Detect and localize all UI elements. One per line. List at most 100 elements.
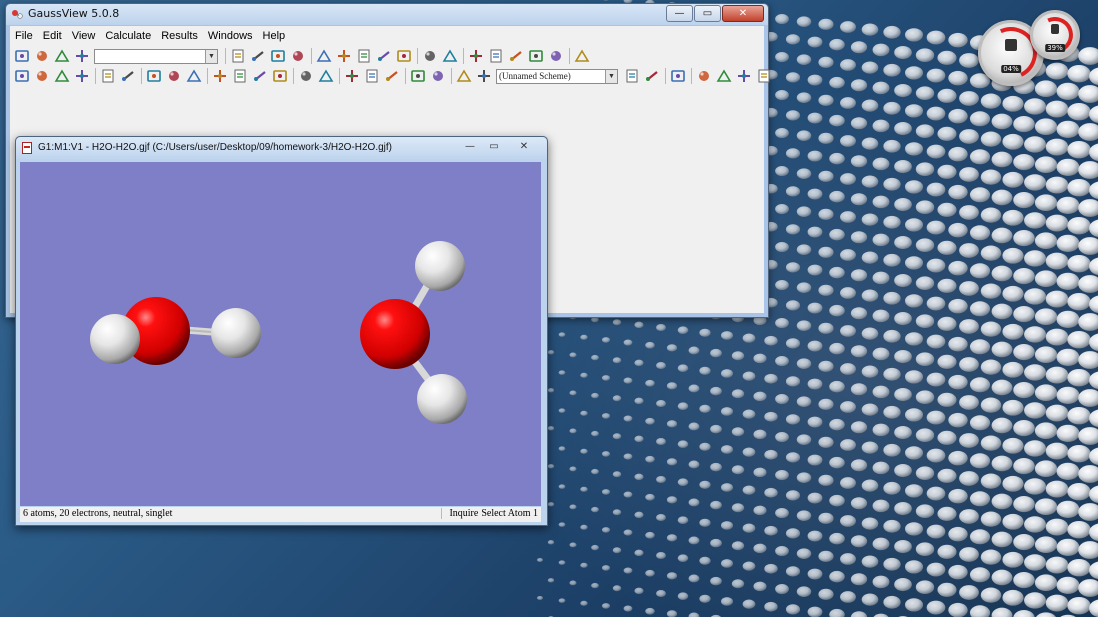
tile-icon[interactable]: [716, 68, 732, 84]
bond-icon[interactable]: [250, 48, 266, 64]
r-group-icon[interactable]: [54, 48, 70, 64]
wallpaper-dot: [1034, 460, 1058, 478]
copy-view-icon[interactable]: [410, 68, 426, 84]
main-close-button[interactable]: ✕: [722, 5, 764, 22]
diamond-icon[interactable]: [298, 68, 314, 84]
element-combo[interactable]: ▼: [94, 48, 218, 64]
ring-icon[interactable]: [34, 48, 50, 64]
r-labels-icon[interactable]: [232, 68, 248, 84]
back-icon[interactable]: [736, 68, 752, 84]
wallpaper-dot: [569, 390, 577, 396]
fit-icon[interactable]: [364, 68, 380, 84]
menu-calculate[interactable]: Calculate: [100, 30, 156, 42]
menu-file[interactable]: File: [10, 30, 38, 42]
cascade-icon[interactable]: [696, 68, 712, 84]
brush-icon[interactable]: [166, 68, 182, 84]
scheme-combo[interactable]: (Unnamed Scheme) ▼: [496, 68, 618, 84]
atom-hydrogen-3[interactable]: [211, 308, 261, 358]
atom-hydrogen-6[interactable]: [417, 374, 467, 424]
window-icon[interactable]: [548, 48, 564, 64]
bond-labels-icon[interactable]: [252, 68, 268, 84]
pin-icon[interactable]: [318, 68, 334, 84]
menu-edit[interactable]: Edit: [38, 30, 67, 42]
color-scheme-icon[interactable]: [624, 68, 640, 84]
wallpaper-dot: [850, 193, 868, 206]
scheme-combo-value: (Unnamed Scheme): [499, 70, 571, 81]
angle-icon[interactable]: [270, 48, 286, 64]
image-icon[interactable]: [528, 48, 544, 64]
wallpaper-dot: [937, 392, 957, 407]
molecule-viewport[interactable]: [20, 162, 541, 506]
atom-labels-icon[interactable]: [212, 68, 228, 84]
clean-icon[interactable]: [422, 48, 438, 64]
inquire-icon[interactable]: [316, 48, 332, 64]
water-molecule-2[interactable]: [360, 241, 467, 424]
results-icon[interactable]: [476, 68, 492, 84]
new-icon[interactable]: [442, 48, 458, 64]
chevron-down-icon[interactable]: ▼: [605, 69, 617, 83]
wallpaper-dot: [731, 427, 745, 437]
chain-icon[interactable]: [74, 48, 90, 64]
paste-icon[interactable]: [54, 68, 70, 84]
toolbar-separator: [293, 68, 294, 84]
molecule-scene[interactable]: [20, 162, 541, 506]
symmetrize-icon[interactable]: [396, 48, 412, 64]
copy-icon[interactable]: [34, 68, 50, 84]
menu-results[interactable]: Results: [156, 30, 203, 42]
delete-icon[interactable]: [74, 68, 90, 84]
select-more-icon[interactable]: [186, 68, 202, 84]
system-monitor-gadget[interactable]: 04% 39%: [976, 8, 1080, 87]
save-icon[interactable]: [488, 48, 504, 64]
wallpaper-dot: [731, 541, 745, 551]
layers-icon[interactable]: [272, 68, 288, 84]
wallpaper-dot: [872, 43, 890, 57]
wallpaper-dot: [807, 264, 823, 276]
wallpaper-dot: [601, 527, 611, 533]
view-icon[interactable]: [644, 68, 660, 84]
wallpaper-dot: [710, 538, 722, 548]
dihedral-icon[interactable]: [290, 48, 306, 64]
chevron-down-icon[interactable]: ▼: [205, 49, 217, 63]
redo-icon[interactable]: [120, 68, 136, 84]
molecule-window-title-bar[interactable]: G1:M1:V1 - H2O-H2O.gjf (C:/Users/user/De…: [16, 137, 547, 159]
undo-icon[interactable]: [100, 68, 116, 84]
list-icon[interactable]: [574, 48, 590, 64]
print-icon[interactable]: [508, 48, 524, 64]
add-fragment-icon[interactable]: [344, 68, 360, 84]
add-valence-icon[interactable]: [336, 48, 352, 64]
menu-view[interactable]: View: [67, 30, 101, 42]
molecule-minimize-button[interactable]: —: [459, 140, 481, 153]
wallpaper-dot: [926, 182, 946, 197]
gaussian-calc-icon[interactable]: [456, 68, 472, 84]
main-title-bar[interactable]: GaussView 5.0.8 — ▭ ✕: [6, 4, 768, 25]
select-icon[interactable]: [146, 68, 162, 84]
menu-help[interactable]: Help: [258, 30, 291, 42]
main-maximize-button[interactable]: ▭: [694, 5, 721, 22]
wallpaper-dot: [764, 449, 778, 460]
main-minimize-button[interactable]: —: [666, 5, 693, 22]
atom-hydrogen-2[interactable]: [90, 314, 140, 364]
atom-oxygen-4[interactable]: [360, 299, 430, 369]
wallpaper-dot: [915, 162, 935, 177]
rebond-icon[interactable]: [376, 48, 392, 64]
wallpaper-dot: [796, 320, 812, 331]
paste-view-icon[interactable]: [430, 68, 446, 84]
forward-icon[interactable]: [756, 68, 772, 84]
builder-icon[interactable]: [14, 48, 30, 64]
wallpaper-dot: [1067, 596, 1091, 615]
atom-hydrogen-5[interactable]: [415, 241, 465, 291]
molecule-maximize-button[interactable]: ▭: [483, 140, 505, 153]
molecule-close-button[interactable]: ✕: [507, 140, 541, 153]
cut-icon[interactable]: [14, 68, 30, 84]
mode-status: Inquire Select Atom 1: [441, 508, 538, 519]
delete-atom-icon[interactable]: [356, 48, 372, 64]
menu-windows[interactable]: Windows: [203, 30, 258, 42]
center-icon[interactable]: [384, 68, 400, 84]
water-molecule-1[interactable]: [90, 297, 261, 365]
options-icon[interactable]: [670, 68, 686, 84]
wallpaper-dot: [840, 21, 856, 33]
custom-fragment-icon[interactable]: [230, 48, 246, 64]
wallpaper-dot: [710, 500, 722, 510]
wallpaper-dot: [959, 585, 979, 600]
open-icon[interactable]: [468, 48, 484, 64]
